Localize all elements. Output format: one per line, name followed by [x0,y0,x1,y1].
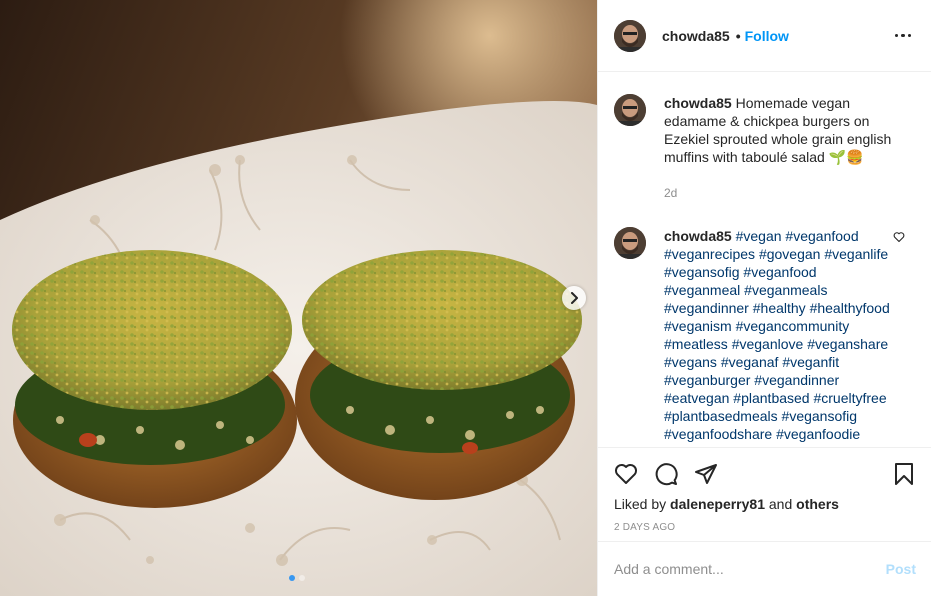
caption-body: chowda85 Homemade vegan edamame & chickp… [664,88,904,202]
hashtag-link[interactable]: #eatvegan [664,390,729,406]
comment-button[interactable] [654,462,678,486]
hashtag-link[interactable]: #veganfit [782,354,839,370]
likes-user-link[interactable]: daleneperry81 [670,496,765,512]
hashtag-link[interactable]: #vegandinner [664,300,749,316]
avatar-image [614,94,646,126]
action-icons-row [614,448,916,496]
hashtag-link[interactable]: #veganburger [664,372,750,388]
avatar[interactable] [614,94,646,126]
hashtag-link[interactable]: #veganlove [732,336,804,352]
hashtag-link[interactable]: #vegansofig [664,264,740,280]
save-icon [895,463,913,485]
header-separator: • [735,27,741,44]
caption-item: chowda85 Homemade vegan edamame & chickp… [614,88,915,202]
post-photo[interactable] [0,0,597,596]
likes-joiner: and [768,496,793,512]
hashtag-link[interactable]: #vegancommunity [736,318,850,334]
hashtag-link[interactable]: #vegan [736,228,782,244]
share-icon [695,464,717,484]
carousel-dot [299,575,305,581]
burger-photo-image [0,0,597,596]
avatar-image [614,227,646,259]
hashtag-link[interactable]: #govegan [759,246,821,262]
carousel-dot-active [289,575,295,581]
hashtag-link[interactable]: #meatless [664,336,728,352]
comment-icon [655,463,678,486]
share-button[interactable] [694,462,718,486]
post-header: chowda85 • Follow [598,0,931,72]
post-author-username[interactable]: chowda85 [662,28,730,44]
like-button[interactable] [614,462,638,486]
caption-username[interactable]: chowda85 [664,95,732,111]
hashtag-link[interactable]: #plantbased [733,390,809,406]
more-options-button[interactable] [891,30,916,42]
chevron-right-icon [571,292,578,304]
avatar-image [614,19,646,52]
hashtag-link[interactable]: #healthyfood [810,300,890,316]
save-button[interactable] [892,462,916,486]
hashtag-link[interactable]: #veganaf [721,354,779,370]
post-comment-button[interactable]: Post [886,561,916,577]
caption-time[interactable]: 2d [664,184,904,202]
hashtag-link[interactable]: #vegandinner [754,372,839,388]
hashtag-list: #vegan #veganfood #veganrecipes #govegan… [664,228,890,442]
hashtag-link[interactable]: #veganshare [807,336,888,352]
add-comment-bar: Add a comment... Post [598,541,931,596]
hashtag-link[interactable]: #veganfoodshare [664,426,772,442]
like-comment-heart-icon[interactable] [893,231,905,243]
avatar[interactable] [614,227,646,259]
hashtag-link[interactable]: #veganfood [743,264,816,280]
comments-section[interactable]: chowda85 Homemade vegan edamame & chickp… [598,72,931,447]
avatar[interactable] [614,19,646,52]
hashtag-link[interactable]: #crueltyfree [813,390,886,406]
hashtag-link[interactable]: #veganmeal [664,282,740,298]
heart-icon [614,464,638,484]
likes-prefix: Liked by [614,496,667,512]
carousel-dots [289,575,305,581]
likes-others-link[interactable]: others [796,496,839,512]
hashtag-link[interactable]: #vegans [664,354,717,370]
hashtag-link[interactable]: #veganfoodie [776,426,860,442]
post-side-panel: chowda85 • Follow chowda85 Homemade vega… [597,0,931,596]
next-photo-button[interactable] [562,286,586,310]
hashtag-link[interactable]: #vegansofig [782,408,858,424]
hashtag-link[interactable]: #plantbasedmeals [664,408,778,424]
likes-summary: Liked by daleneperry81 and others [614,496,916,512]
follow-button[interactable]: Follow [745,28,789,44]
comment-username[interactable]: chowda85 [664,228,732,244]
hashtag-link[interactable]: #veganfood [785,228,858,244]
more-icon [894,33,898,38]
hashtag-link[interactable]: #veganism [664,318,732,334]
hashtag-link[interactable]: #veganmeals [744,282,827,298]
comment-item: chowda85 #vegan #veganfood #veganrecipes… [614,221,915,443]
post-actions: Liked by daleneperry81 and others 2 DAYS… [598,447,931,533]
hashtag-link[interactable]: #healthy [753,300,806,316]
post-timestamp[interactable]: 2 DAYS AGO [614,522,916,533]
instagram-post: chowda85 • Follow chowda85 Homemade vega… [0,0,931,596]
add-comment-input[interactable]: Add a comment... [614,561,886,577]
hashtag-link[interactable]: #veganrecipes [664,246,755,262]
hashtag-link[interactable]: #veganlife [824,246,888,262]
comment-body: chowda85 #vegan #veganfood #veganrecipes… [664,221,894,443]
